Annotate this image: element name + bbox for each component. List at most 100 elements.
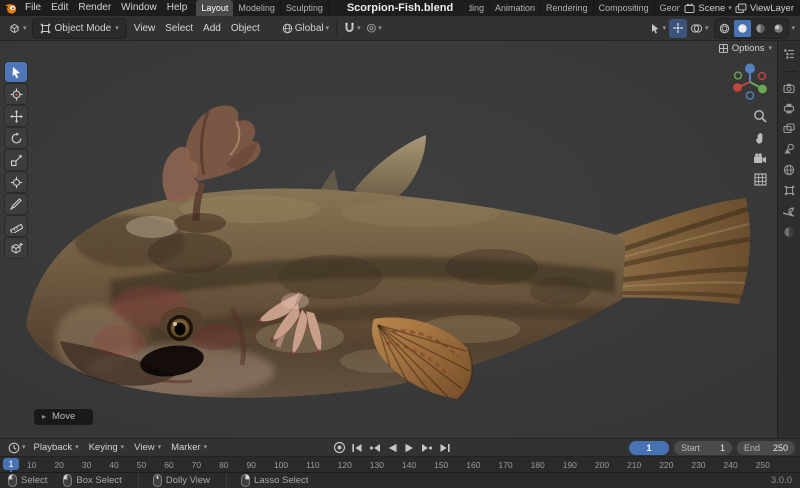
- shading-rendered-button[interactable]: [770, 20, 787, 37]
- tool-measure[interactable]: [5, 216, 27, 236]
- record-icon: [333, 441, 346, 454]
- tool-select-box[interactable]: [5, 62, 27, 82]
- timeline-menu-item[interactable]: Marker▾: [166, 442, 212, 453]
- viewlayer-selector[interactable]: ViewLayer: [735, 3, 794, 14]
- shading-solid-button[interactable]: [734, 20, 751, 37]
- timeline-menu-item[interactable]: View▾: [129, 442, 166, 453]
- timeline-menu-item[interactable]: Playback▾: [29, 442, 84, 453]
- shading-wireframe-button[interactable]: [716, 20, 733, 37]
- frame-tick-label: 220: [659, 460, 673, 470]
- operator-panel[interactable]: ▸ Move: [34, 409, 93, 425]
- frame-tick-label: 10: [27, 460, 36, 470]
- show-gizmo-toggle[interactable]: [669, 19, 687, 38]
- jump-to-end-button[interactable]: [439, 443, 451, 453]
- viewlayer-props-icon[interactable]: [783, 123, 795, 134]
- output-props-icon[interactable]: [783, 103, 795, 114]
- material-props-icon[interactable]: [783, 226, 795, 238]
- camera-view-icon[interactable]: [753, 153, 767, 165]
- workspace-tab[interactable]: Layout: [196, 0, 233, 16]
- workspace-tab[interactable]: Modeling: [233, 0, 281, 16]
- transform-orientation-dropdown[interactable]: Global ▾: [279, 19, 332, 38]
- viewport-menus: ViewSelectAddObject: [129, 16, 265, 41]
- auto-keying-toggle[interactable]: [330, 438, 349, 457]
- version-label: 3.0.0: [771, 475, 792, 486]
- viewport-menu-item[interactable]: Select: [160, 16, 198, 41]
- window-title: Scorpion-Fish.blend: [331, 0, 469, 16]
- object-visibility-dropdown[interactable]: ▾: [647, 19, 669, 38]
- frame-start-field[interactable]: Start1: [674, 441, 732, 455]
- viewlayer-icon: [735, 3, 747, 14]
- strip-divider: [782, 71, 797, 72]
- topbar-menu-item[interactable]: Edit: [46, 0, 73, 16]
- ortho-grid-icon[interactable]: [754, 173, 767, 186]
- scene-props-icon[interactable]: [783, 143, 795, 155]
- timeline-menu-item[interactable]: Keying▾: [84, 442, 130, 453]
- topbar-menu-item[interactable]: Window: [116, 0, 162, 16]
- outliner-tab-icon[interactable]: [783, 48, 795, 60]
- blender-logo-icon[interactable]: [4, 2, 17, 15]
- tool-move[interactable]: [5, 106, 27, 126]
- timeline-editor-type-button[interactable]: ▾: [5, 438, 29, 457]
- play-button[interactable]: [404, 443, 415, 453]
- navigation-gizmo[interactable]: [730, 62, 770, 107]
- fish-model[interactable]: [0, 41, 777, 438]
- rotate-icon: [10, 132, 23, 145]
- timeline-ruler[interactable]: 1 10203040506070809010011012013014015016…: [0, 456, 800, 472]
- world-props-icon[interactable]: [783, 164, 795, 176]
- viewport-menu-item[interactable]: Add: [198, 16, 226, 41]
- measure-ruler-icon: [10, 220, 23, 233]
- current-frame-field[interactable]: 1: [629, 441, 669, 455]
- tool-scale[interactable]: [5, 150, 27, 170]
- select-cursor-icon: [10, 66, 22, 79]
- options-dropdown[interactable]: Options ▾: [719, 43, 772, 54]
- tool-add-cube[interactable]: [5, 238, 27, 258]
- snap-toggle[interactable]: ▾: [341, 19, 364, 38]
- frame-tick-label: 60: [164, 460, 173, 470]
- tool-transform[interactable]: [5, 172, 27, 192]
- zoom-icon[interactable]: [753, 109, 767, 123]
- visibility-cursor-icon: [650, 23, 660, 34]
- viewport-menu-item[interactable]: View: [129, 16, 161, 41]
- editor-type-button[interactable]: ▾: [5, 19, 30, 38]
- frame-tick-label: 190: [563, 460, 577, 470]
- workspace-tab[interactable]: Compositing: [594, 0, 655, 16]
- topbar-menu-item[interactable]: File: [20, 0, 46, 16]
- proportional-editing-toggle[interactable]: ◎ ▾: [364, 19, 385, 38]
- shading-mode-group: [715, 19, 788, 38]
- shading-material-button[interactable]: [752, 20, 769, 37]
- play-reverse-button[interactable]: [387, 443, 398, 453]
- workspace-tab[interactable]: Sculpting: [281, 0, 329, 16]
- frame-end-field[interactable]: End250: [737, 441, 795, 455]
- mouse-button-icon: [241, 474, 250, 487]
- show-overlays-toggle[interactable]: ▾: [687, 19, 712, 38]
- solid-sphere-icon: [737, 23, 748, 34]
- tool-rotate[interactable]: [5, 128, 27, 148]
- modifier-props-icon[interactable]: [783, 205, 795, 217]
- topbar-menu-item[interactable]: Help: [162, 0, 193, 16]
- workspace-tab[interactable]: Rendering: [541, 0, 594, 16]
- viewport-3d[interactable]: Options ▾: [0, 41, 777, 438]
- scene-selector[interactable]: Scene▾: [684, 3, 731, 14]
- viewport-menu-item[interactable]: Object: [226, 16, 265, 41]
- next-keyframe-button[interactable]: [421, 443, 433, 453]
- chevron-down-icon: ▾: [791, 25, 795, 32]
- jump-to-start-button[interactable]: [351, 443, 363, 453]
- chevron-down-icon: ▾: [158, 444, 162, 451]
- object-props-icon[interactable]: [784, 185, 795, 196]
- prev-keyframe-button[interactable]: [369, 443, 381, 453]
- pan-hand-icon[interactable]: [754, 131, 767, 145]
- chevron-down-icon: ▾: [22, 444, 26, 451]
- status-bar: Select Box Select: [0, 472, 800, 488]
- status-hints: Select Box Select: [8, 474, 324, 487]
- chevron-down-icon: ▾: [121, 444, 125, 451]
- topbar-menu-item[interactable]: Render: [73, 0, 116, 16]
- render-props-icon[interactable]: [783, 83, 795, 94]
- workspace-tab[interactable]: Geometry Nodes: [655, 0, 681, 16]
- mode-dropdown[interactable]: Object Mode ▾: [33, 19, 126, 38]
- workspace-tab[interactable]: Animation: [490, 0, 541, 16]
- tool-annotate[interactable]: [5, 194, 27, 214]
- tool-cursor[interactable]: [5, 84, 27, 104]
- operator-panel-label: Move: [52, 411, 75, 422]
- transform-icon: [10, 176, 23, 189]
- playhead-badge[interactable]: 1: [3, 458, 19, 470]
